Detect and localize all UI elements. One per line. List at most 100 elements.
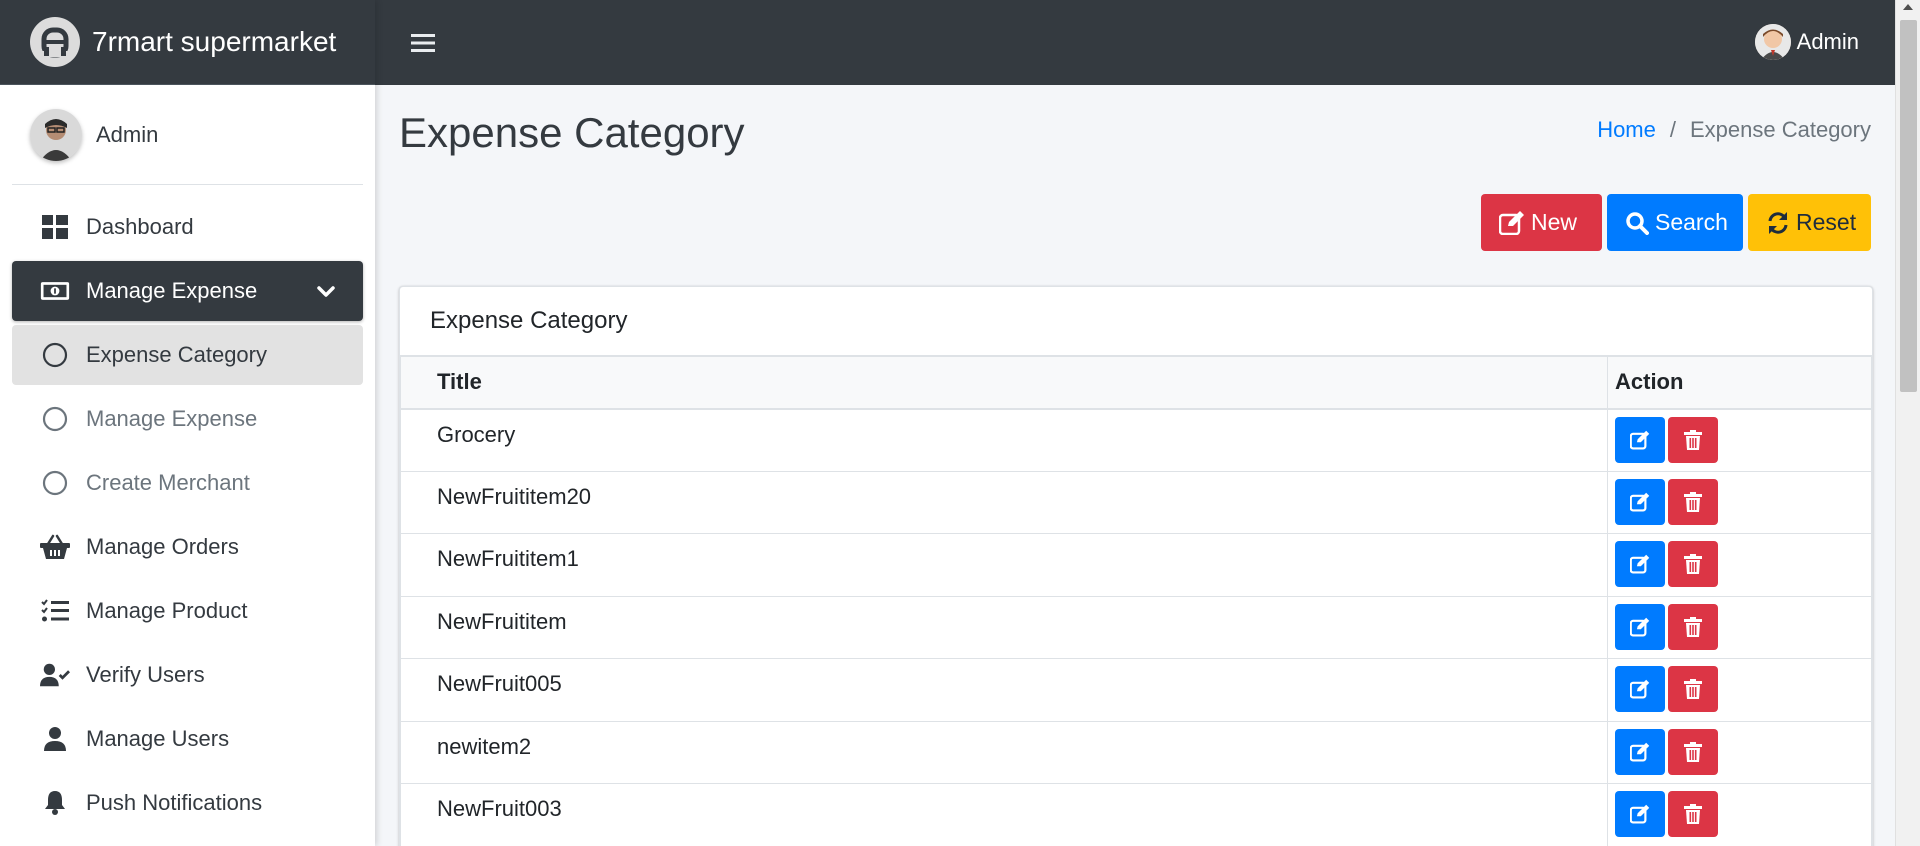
- delete-row-button[interactable]: [1668, 541, 1718, 587]
- content-wrapper: Expense Category Home / Expense Category…: [375, 85, 1895, 846]
- header-user-name: Admin: [1796, 29, 1859, 54]
- sidebar-item-label: Manage Expense: [86, 278, 258, 303]
- delete-row-button[interactable]: [1668, 728, 1718, 775]
- table-row: NewFruititem1: [400, 533, 1872, 597]
- search-icon: [1625, 211, 1649, 235]
- reset-button-label: Reset: [1796, 209, 1857, 235]
- basket-icon: [40, 532, 70, 562]
- sidebar-item-manage-product[interactable]: Manage Product: [12, 581, 363, 641]
- edit-icon: [1630, 430, 1650, 450]
- sidebar-item-manage-expense[interactable]: Manage Expense: [12, 261, 363, 321]
- new-button-label: New: [1531, 209, 1578, 235]
- circle-icon: [40, 340, 70, 370]
- edit-row-button[interactable]: [1615, 666, 1665, 712]
- sidebar-item-label: Dashboard: [86, 214, 194, 239]
- trash-icon: [1684, 616, 1702, 637]
- dashboard-icon: [40, 212, 70, 242]
- row-title: NewFruititem: [400, 595, 1608, 659]
- row-actions: [1607, 783, 1872, 846]
- reset-button[interactable]: Reset: [1748, 194, 1871, 251]
- breadcrumb: Home / Expense Category: [1597, 117, 1871, 143]
- action-toolbar: New Search Reset: [1481, 194, 1871, 251]
- scrollbar-thumb[interactable]: [1900, 20, 1917, 392]
- table-row: NewFruit003: [400, 783, 1872, 846]
- sidebar-item-label: Manage Product: [86, 598, 248, 623]
- row-title: Grocery: [400, 408, 1608, 472]
- page-title: Expense Category: [399, 109, 745, 156]
- trash-icon: [1684, 741, 1702, 762]
- delete-row-button[interactable]: [1668, 603, 1718, 650]
- scroll-up-arrow-icon[interactable]: [1903, 4, 1913, 10]
- delete-row-button[interactable]: [1668, 416, 1718, 463]
- header-avatar: [1754, 24, 1791, 60]
- trash-icon: [1684, 804, 1702, 824]
- user-check-icon: [40, 660, 70, 690]
- edit-row-button[interactable]: [1615, 728, 1665, 775]
- sidebar-item-manage-expense-sub[interactable]: Manage Expense: [12, 389, 363, 449]
- page-scrollbar[interactable]: [1895, 0, 1920, 846]
- search-button[interactable]: Search: [1607, 194, 1743, 251]
- column-header-title[interactable]: Title: [400, 356, 1608, 410]
- row-title: NewFruititem1: [400, 533, 1608, 597]
- user-icon: [40, 724, 70, 754]
- sidebar-item-verify-users[interactable]: Verify Users: [12, 645, 363, 705]
- sync-icon: [1766, 211, 1790, 235]
- new-button[interactable]: New: [1481, 194, 1602, 251]
- hamburger-menu-icon[interactable]: [411, 29, 439, 57]
- delete-row-button[interactable]: [1668, 791, 1718, 837]
- delete-row-button[interactable]: [1668, 478, 1718, 525]
- row-actions: [1607, 470, 1872, 534]
- sidebar-nav: Dashboard Manage Expense Expense Categor…: [0, 185, 375, 833]
- edit-row-button[interactable]: [1615, 541, 1665, 587]
- sidebar-item-expense-category[interactable]: Expense Category: [12, 325, 363, 385]
- edit-row-button[interactable]: [1615, 603, 1665, 650]
- table-header-row: Title Action: [400, 356, 1872, 410]
- header-user-menu[interactable]: Admin: [1754, 24, 1859, 60]
- table-row: NewFruititem: [400, 595, 1872, 659]
- sidebar-item-label: Expense Category: [86, 342, 267, 367]
- search-button-label: Search: [1655, 209, 1728, 235]
- breadcrumb-current: Expense Category: [1690, 117, 1871, 142]
- edit-row-button[interactable]: [1615, 478, 1665, 525]
- sidebar-item-dashboard[interactable]: Dashboard: [12, 197, 363, 257]
- sidebar-avatar[interactable]: [30, 108, 82, 161]
- sidebar-item-label: Verify Users: [86, 662, 205, 687]
- table-row: NewFruititem20: [400, 470, 1872, 534]
- sidebar-item-label: Create Merchant: [86, 470, 250, 495]
- trash-icon: [1684, 554, 1702, 574]
- row-actions: [1607, 408, 1872, 472]
- delete-row-button[interactable]: [1668, 666, 1718, 712]
- row-title: NewFruititem20: [400, 470, 1608, 534]
- row-actions: [1607, 720, 1872, 784]
- breadcrumb-separator: /: [1669, 117, 1676, 142]
- sidebar-item-label: Manage Expense: [86, 406, 258, 431]
- card-title: Expense Category: [400, 287, 1872, 356]
- brand-link[interactable]: 7rmart supermarket: [0, 0, 375, 85]
- row-title: NewFruit005: [400, 658, 1608, 722]
- sidebar-user-name[interactable]: Admin: [96, 122, 158, 148]
- trash-icon: [1684, 429, 1702, 450]
- tasks-icon: [40, 596, 70, 626]
- sidebar-item-push-notifications[interactable]: Push Notifications: [12, 773, 363, 833]
- edit-icon: [1499, 210, 1525, 235]
- breadcrumb-home-link[interactable]: Home: [1597, 117, 1656, 143]
- edit-icon: [1630, 804, 1650, 824]
- edit-icon: [1630, 554, 1650, 574]
- sidebar-item-label: Manage Orders: [86, 534, 239, 559]
- sidebar-item-label: Manage Users: [86, 726, 230, 751]
- sidebar-item-label: Push Notifications: [86, 790, 263, 815]
- edit-row-button[interactable]: [1615, 791, 1665, 837]
- column-header-action: Action: [1607, 356, 1872, 410]
- edit-icon: [1630, 492, 1650, 512]
- sidebar-item-create-merchant[interactable]: Create Merchant: [12, 453, 363, 513]
- table-row: NewFruit005: [400, 658, 1872, 722]
- edit-row-button[interactable]: [1615, 416, 1665, 463]
- edit-icon: [1630, 617, 1650, 637]
- row-title: NewFruit003: [400, 783, 1608, 846]
- trash-icon: [1684, 679, 1702, 699]
- sidebar-item-manage-orders[interactable]: Manage Orders: [12, 517, 363, 577]
- brand-logo-icon: [30, 17, 80, 67]
- expense-category-card: Expense Category Title Action Grocery Ne…: [399, 286, 1873, 846]
- main-sidebar: 7rmart supermarket Admin Dashboard Manag…: [0, 0, 375, 846]
- sidebar-item-manage-users[interactable]: Manage Users: [12, 709, 363, 769]
